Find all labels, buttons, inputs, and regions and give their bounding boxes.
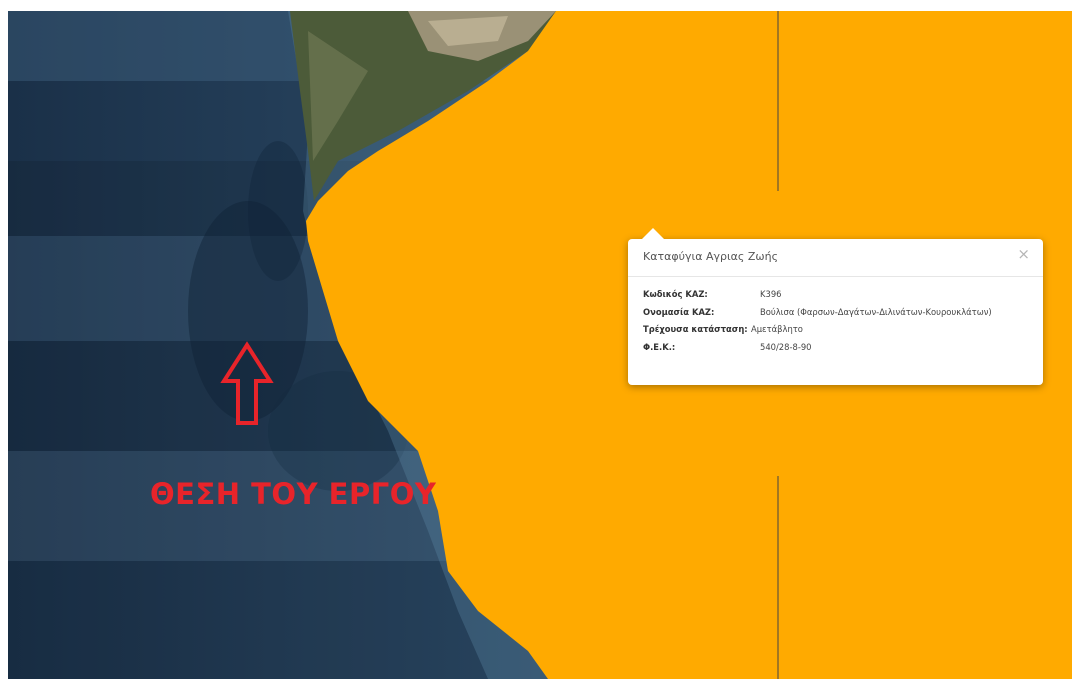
seabed-patch	[248, 141, 308, 281]
attribute-value: Κ396	[760, 289, 782, 299]
popup-title: Καταφύγια Αγριας Ζωής	[643, 250, 779, 263]
attribute-value: Αμετάβλητο	[751, 324, 803, 334]
attribute-label: Φ.Ε.Κ.:	[643, 341, 676, 352]
close-icon[interactable]: ×	[1017, 247, 1030, 262]
attribute-label: Ονομασία ΚΑΖ:	[643, 306, 715, 317]
popup-pointer	[642, 228, 664, 239]
attribute-value: 540/28-8-90	[760, 341, 812, 352]
feature-info-popup[interactable]: Καταφύγια Αγριας Ζωής × Κωδικός ΚΑΖ: Κ39…	[628, 228, 1043, 385]
attribute-row: Κωδικός ΚΑΖ: Κ396	[643, 289, 1043, 307]
attribute-row: Τρέχουσα κατάσταση: Αμετάβλητο	[643, 324, 1043, 342]
attribute-label: Τρέχουσα κατάσταση:	[643, 324, 748, 334]
attribute-value: Βούλισα (Φαρσων-Δαγάτων-Διλινάτων-Κουρου…	[760, 306, 992, 317]
project-location-caption: ΘΕΣΗ ΤΟΥ ΕΡΓΟΥ	[150, 477, 437, 511]
up-arrow-outline-icon	[220, 341, 274, 425]
attribute-label: Κωδικός ΚΑΖ:	[643, 289, 708, 299]
attribute-row: Φ.Ε.Κ.: 540/28-8-90	[643, 342, 1043, 360]
attribute-row: Ονομασία ΚΑΖ: Βούλισα (Φαρσων-Δαγάτων-Δι…	[643, 307, 1043, 325]
popup-attributes: Κωδικός ΚΑΖ: Κ396 Ονομασία ΚΑΖ: Βούλισα …	[628, 277, 1043, 359]
popup-header: Καταφύγια Αγριας Ζωής ×	[628, 239, 1043, 277]
